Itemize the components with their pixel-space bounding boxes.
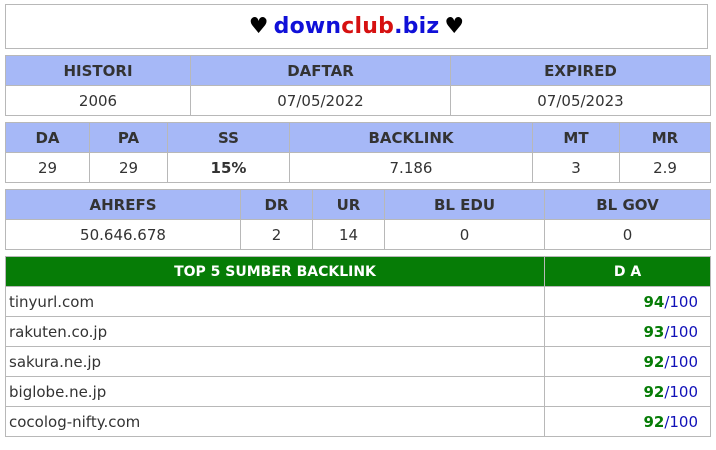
header-expired: EXPIRED	[450, 55, 711, 86]
value-ss: 15%	[167, 152, 290, 183]
registration-value-row: 2006 07/05/2022 07/05/2023	[5, 85, 711, 116]
header-histori: HISTORI	[5, 55, 191, 86]
backlink-site: cocolog-nifty.com	[5, 406, 545, 437]
header-backlink: BACKLINK	[289, 122, 533, 153]
backlink-site: biglobe.ne.jp	[5, 376, 545, 407]
value-bl-edu: 0	[384, 219, 545, 250]
table-row: tinyurl.com 94/100	[5, 286, 711, 317]
header-bl-gov: BL GOV	[544, 189, 711, 220]
value-backlink: 7.186	[289, 152, 533, 183]
domain-part-1: down	[273, 14, 342, 39]
da-score: 94	[643, 292, 665, 311]
heart-icon: ♥	[444, 14, 465, 39]
header-mr: MR	[619, 122, 711, 153]
ahrefs-value-row: 50.646.678 2 14 0 0	[5, 219, 711, 250]
value-ur: 14	[312, 219, 385, 250]
value-dr: 2	[240, 219, 313, 250]
value-ahrefs: 50.646.678	[5, 219, 241, 250]
registration-table: HISTORI DAFTAR EXPIRED 2006 07/05/2022 0…	[5, 55, 711, 116]
header-ss: SS	[167, 122, 290, 153]
da-max: /100	[664, 352, 698, 371]
da-score: 92	[643, 412, 665, 431]
da-max: /100	[664, 382, 698, 401]
header-top-sources: TOP 5 SUMBER BACKLINK	[5, 256, 545, 287]
value-daftar: 07/05/2022	[190, 85, 451, 116]
header-mt: MT	[532, 122, 620, 153]
backlink-da: 94/100	[544, 286, 711, 317]
registration-header-row: HISTORI DAFTAR EXPIRED	[5, 55, 711, 86]
table-row: rakuten.co.jp 93/100	[5, 316, 711, 347]
value-mt: 3	[532, 152, 620, 183]
header-ur: UR	[312, 189, 385, 220]
table-row: biglobe.ne.jp 92/100	[5, 376, 711, 407]
domain-name: downclub.biz	[274, 14, 440, 39]
da-score: 93	[643, 322, 665, 341]
backlink-site: sakura.ne.jp	[5, 346, 545, 377]
backlink-sources-table: TOP 5 SUMBER BACKLINK D A tinyurl.com 94…	[5, 256, 711, 437]
metrics-table: DA PA SS BACKLINK MT MR 29 29 15% 7.186 …	[5, 122, 711, 183]
header-ahrefs: AHREFS	[5, 189, 241, 220]
value-mr: 2.9	[619, 152, 711, 183]
ahrefs-header-row: AHREFS DR UR BL EDU BL GOV	[5, 189, 711, 220]
value-pa: 29	[89, 152, 168, 183]
da-score: 92	[643, 352, 665, 371]
da-max: /100	[664, 322, 698, 341]
value-expired: 07/05/2023	[450, 85, 711, 116]
backlink-da: 92/100	[544, 406, 711, 437]
ahrefs-table: AHREFS DR UR BL EDU BL GOV 50.646.678 2 …	[5, 189, 711, 250]
da-score: 92	[643, 382, 665, 401]
header-pa: PA	[89, 122, 168, 153]
metrics-header-row: DA PA SS BACKLINK MT MR	[5, 122, 711, 153]
header-dr: DR	[240, 189, 313, 220]
value-da: 29	[5, 152, 90, 183]
site-title: ♥ downclub.biz ♥	[5, 4, 708, 49]
domain-part-3: .biz	[394, 14, 440, 39]
table-row: cocolog-nifty.com 92/100	[5, 406, 711, 437]
da-max: /100	[664, 292, 698, 311]
value-histori: 2006	[5, 85, 191, 116]
header-source-da: D A	[544, 256, 711, 287]
backlink-header-row: TOP 5 SUMBER BACKLINK D A	[5, 256, 711, 287]
header-daftar: DAFTAR	[190, 55, 451, 86]
header-da: DA	[5, 122, 90, 153]
heart-icon: ♥	[248, 14, 269, 39]
value-bl-gov: 0	[544, 219, 711, 250]
domain-part-2: club	[341, 14, 395, 39]
table-row: sakura.ne.jp 92/100	[5, 346, 711, 377]
backlink-site: tinyurl.com	[5, 286, 545, 317]
backlink-da: 92/100	[544, 376, 711, 407]
backlink-da: 93/100	[544, 316, 711, 347]
backlink-site: rakuten.co.jp	[5, 316, 545, 347]
da-max: /100	[664, 412, 698, 431]
backlink-da: 92/100	[544, 346, 711, 377]
metrics-value-row: 29 29 15% 7.186 3 2.9	[5, 152, 711, 183]
header-bl-edu: BL EDU	[384, 189, 545, 220]
